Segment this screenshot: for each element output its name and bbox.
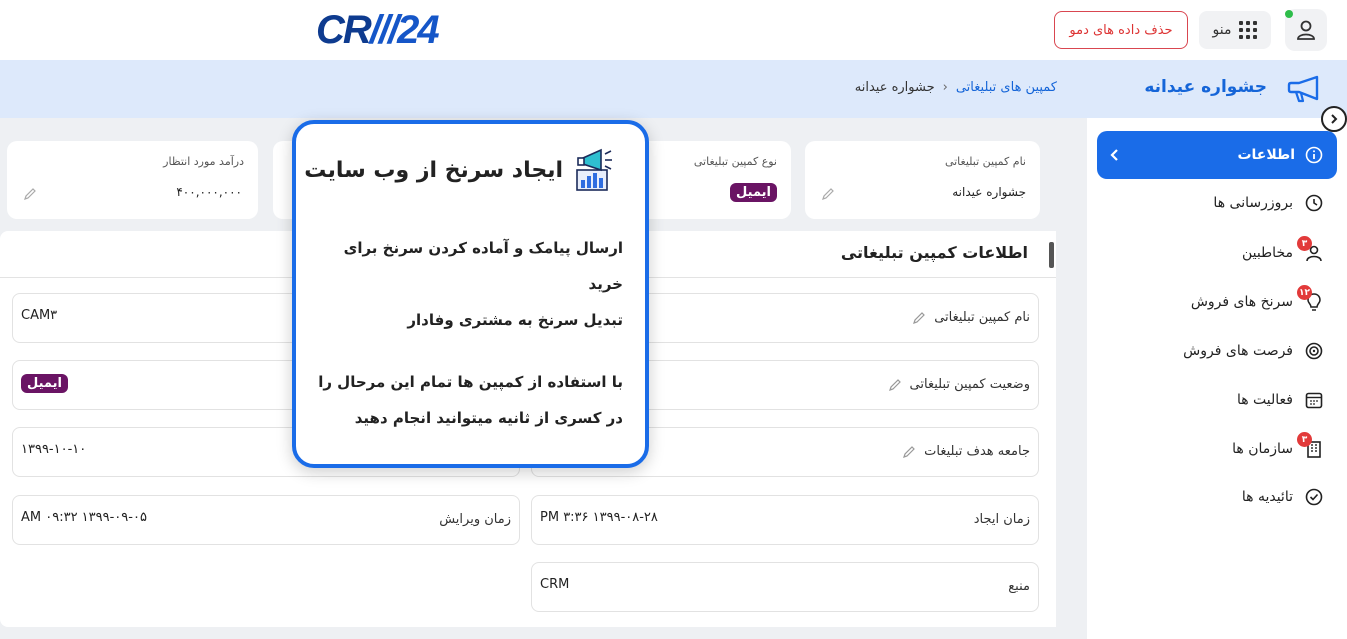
promo-popup[interactable]: ایجاد سرنخ از وب سایت ارسال پیامک و آماد… [292, 120, 649, 468]
section-title: اطلاعات کمپین تبلیغاتی [840, 243, 1028, 262]
field-value: ۱۳۹۹-۱۰-۱۰ [21, 442, 87, 457]
chevron-right-icon [1331, 114, 1338, 124]
sidebar-item-label: فرصت های فروش [1183, 343, 1293, 359]
card-title: درآمد مورد انتظار [163, 155, 244, 168]
field-label: جامعه هدف تبلیغات [924, 444, 1030, 459]
delete-demo-data-button[interactable]: حذف داده های دمو [1054, 11, 1188, 49]
breadcrumb: کمپین های تبلیغاتی ‹ جشواره عیدانه [855, 80, 1057, 95]
card-title: نام کمپین تبلیغاتی [944, 155, 1026, 168]
leads-badge: ۱۲ [1297, 285, 1312, 300]
field-value: PM ۳:۳۶ ۱۳۹۹-۰۸-۲۸ [540, 510, 658, 525]
card-value: ۴۰۰,۰۰۰,۰۰۰ [176, 185, 242, 199]
sidebar-item-organizations[interactable]: ۳ سازمان ها [1232, 432, 1325, 464]
field-value: CAM۳ [21, 308, 58, 323]
pencil-icon[interactable] [888, 378, 902, 392]
user-icon [1297, 20, 1315, 40]
pencil-icon[interactable] [821, 187, 835, 201]
edited-time-field: زمان ویرایش AM ۰۹:۳۲ ۱۳۹۹-۰۹-۰۵ [12, 495, 520, 545]
expected-revenue-card: درآمد مورد انتظار ۴۰۰,۰۰۰,۰۰۰ [7, 141, 258, 219]
breadcrumb-campaigns-link[interactable]: کمپین های تبلیغاتی [956, 80, 1057, 95]
sidebar-item-label: فعالیت ها [1236, 392, 1293, 408]
sidebar-item-leads[interactable]: ۱۲ سرنخ های فروش [1190, 285, 1325, 317]
type-tag: ایمیل [21, 374, 68, 393]
sidebar-item-label: اطلاعات [1237, 147, 1295, 163]
chevron-left-icon [1110, 149, 1118, 161]
card-title: نوع کمپین تبلیغاتی [693, 155, 777, 168]
grid-icon [1239, 21, 1258, 39]
target-icon [1303, 340, 1325, 362]
sidebar-item-opportunities[interactable]: فرصت های فروش [1183, 336, 1325, 366]
info-icon [1305, 146, 1323, 164]
sidebar-item-contacts[interactable]: ۳ مخاطبین [1241, 236, 1325, 268]
created-time-field: زمان ایجاد PM ۳:۳۶ ۱۳۹۹-۰۸-۲۸ [531, 495, 1039, 545]
field-value: AM ۰۹:۳۲ ۱۳۹۹-۰۹-۰۵ [21, 510, 147, 525]
sidebar-item-info[interactable]: اطلاعات [1097, 131, 1337, 179]
page-title: جشواره عیدانه [1144, 77, 1267, 97]
sidebar-item-label: مخاطبین [1241, 245, 1293, 261]
popup-title: ایجاد سرنخ از وب سایت [304, 157, 563, 183]
lightbulb-icon: ۱۲ [1297, 285, 1325, 313]
field-label: زمان ایجاد [973, 512, 1030, 527]
calendar-icon [1303, 389, 1325, 411]
megaphone-icon [1287, 75, 1319, 103]
pencil-icon[interactable] [912, 311, 926, 325]
logo-slashes: /// [369, 8, 399, 52]
online-status-dot [1285, 10, 1293, 18]
source-field: منبع CRM [531, 562, 1039, 612]
popup-text-2: با استفاده از کمپین ها تمام این مرحال را… [318, 373, 623, 427]
type-tag: ایمیل [730, 183, 777, 202]
contacts-icon: ۳ [1297, 236, 1325, 264]
organizations-badge: ۳ [1297, 432, 1312, 447]
check-circle-icon [1303, 486, 1325, 508]
sidebar-item-label: تائیدیه ها [1241, 489, 1293, 505]
section-accent-bar [1049, 242, 1054, 268]
megaphone-chart-icon [576, 148, 612, 191]
popup-text-1: ارسال پیامک و آماده کردن سرنخ برای خرید … [343, 239, 623, 329]
field-label: زمان ویرایش [439, 512, 511, 527]
sidebar-item-label: سازمان ها [1232, 441, 1293, 457]
field-value: CRM [540, 577, 570, 592]
contacts-badge: ۳ [1297, 236, 1312, 251]
pencil-icon[interactable] [902, 445, 916, 459]
apps-menu-button[interactable]: منو [1199, 11, 1271, 49]
field-label: نام کمپین تبلیغاتی [934, 310, 1030, 325]
top-bar: CR///24 منو حذف داده های دمو [0, 0, 1347, 60]
menu-label: منو [1212, 22, 1232, 38]
history-icon [1303, 192, 1325, 214]
campaign-name-card: نام کمپین تبلیغاتی جشواره عیدانه [805, 141, 1040, 219]
chevron-left-icon: ‹ [942, 80, 948, 95]
sidebar-item-updates[interactable]: بروزرسانی ها [1213, 188, 1325, 218]
field-label: منبع [1008, 579, 1030, 594]
card-value: جشواره عیدانه [952, 185, 1026, 199]
sidebar-item-approvals[interactable]: تائیدیه ها [1242, 482, 1325, 512]
field-label: وضعیت کمپین تبلیغاتی [909, 377, 1030, 392]
sidebar-item-label: بروزرسانی ها [1213, 195, 1293, 211]
crm24-logo[interactable]: CR///24 [316, 8, 440, 52]
sidebar-item-activities[interactable]: فعالیت ها [1237, 385, 1325, 415]
page-header: جشواره عیدانه کمپین های تبلیغاتی ‹ جشوار… [0, 60, 1347, 118]
breadcrumb-current: جشواره عیدانه [854, 80, 935, 95]
pencil-icon[interactable] [23, 187, 37, 201]
sidebar-collapse-button[interactable] [1321, 106, 1347, 132]
building-icon: ۳ [1297, 432, 1325, 460]
sidebar-item-label: سرنخ های فروش [1190, 294, 1293, 310]
